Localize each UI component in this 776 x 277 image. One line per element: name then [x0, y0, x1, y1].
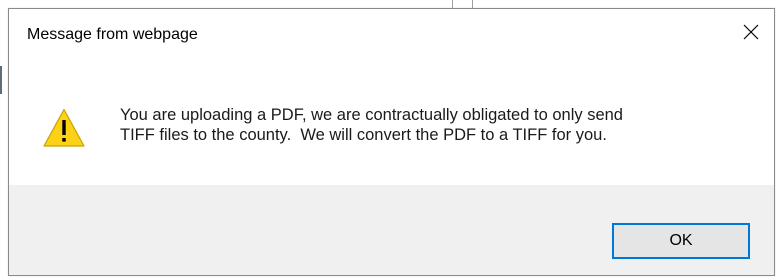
background-edge: [0, 66, 2, 94]
message-dialog: Message from webpage You are uploading a…: [8, 8, 775, 276]
close-button[interactable]: [728, 13, 774, 51]
warning-triangle-icon: [42, 107, 86, 149]
dialog-content: You are uploading a PDF, we are contract…: [9, 59, 774, 185]
dialog-title: Message from webpage: [27, 26, 198, 43]
message-line: TIFF files to the county. We will conver…: [120, 126, 607, 144]
dialog-message: You are uploading a PDF, we are contract…: [120, 105, 760, 145]
dialog-title-bar: Message from webpage: [9, 9, 774, 59]
message-line: You are uploading a PDF, we are contract…: [120, 106, 623, 124]
dialog-footer: OK: [9, 185, 774, 275]
ok-button-label: OK: [669, 232, 693, 249]
close-icon: [743, 24, 759, 40]
ok-button[interactable]: OK: [612, 223, 750, 259]
